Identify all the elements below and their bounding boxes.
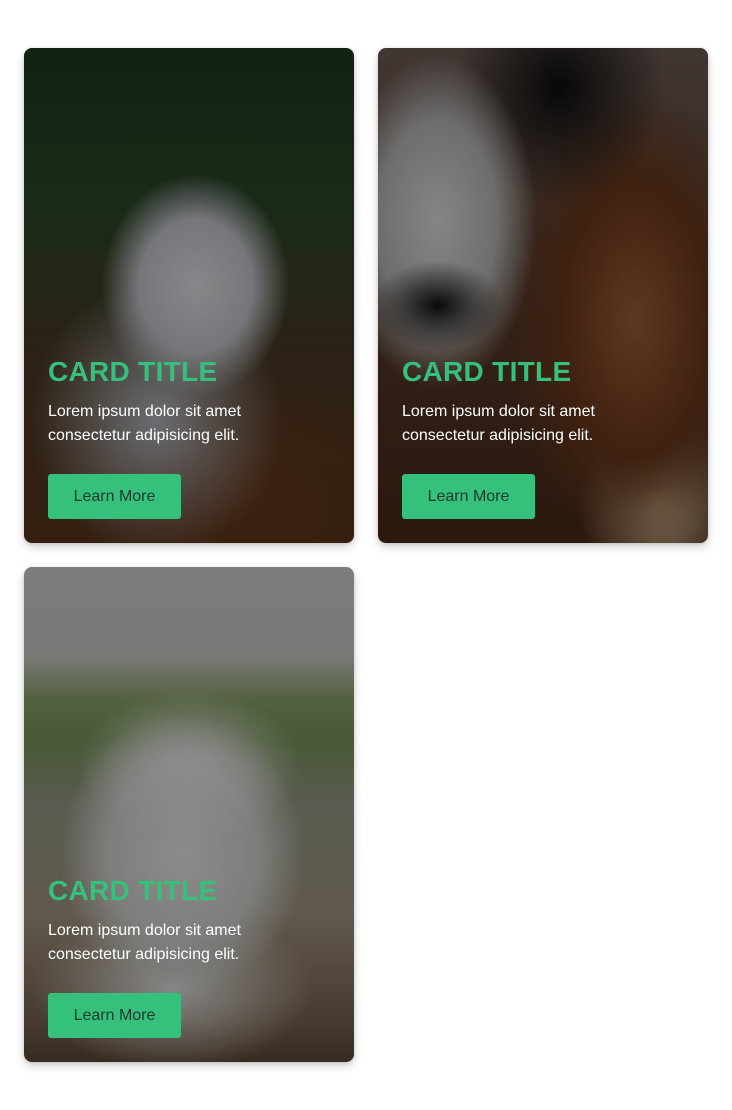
learn-more-button[interactable]: Learn More (48, 474, 181, 519)
learn-more-button[interactable]: Learn More (402, 474, 535, 519)
card-content: CARD TITLE Lorem ipsum dolor sit amet co… (48, 354, 330, 448)
card-description: Lorem ipsum dolor sit amet consectetur a… (48, 403, 241, 444)
card-title: CARD TITLE (402, 356, 572, 387)
card-content: CARD TITLE Lorem ipsum dolor sit amet co… (402, 354, 684, 448)
card-description: Lorem ipsum dolor sit amet consectetur a… (402, 403, 595, 444)
card-title: CARD TITLE (48, 875, 218, 906)
card: CARD TITLE Lorem ipsum dolor sit amet co… (378, 48, 708, 543)
card-overlay (378, 48, 708, 543)
card-overlay (24, 48, 354, 543)
card-description: Lorem ipsum dolor sit amet consectetur a… (48, 922, 241, 963)
card-title: CARD TITLE (48, 356, 218, 387)
card-grid: CARD TITLE Lorem ipsum dolor sit amet co… (0, 0, 732, 1110)
card: CARD TITLE Lorem ipsum dolor sit amet co… (24, 48, 354, 543)
card-overlay (24, 567, 354, 1062)
card: CARD TITLE Lorem ipsum dolor sit amet co… (24, 567, 354, 1062)
learn-more-button[interactable]: Learn More (48, 993, 181, 1038)
card-content: CARD TITLE Lorem ipsum dolor sit amet co… (48, 873, 330, 967)
